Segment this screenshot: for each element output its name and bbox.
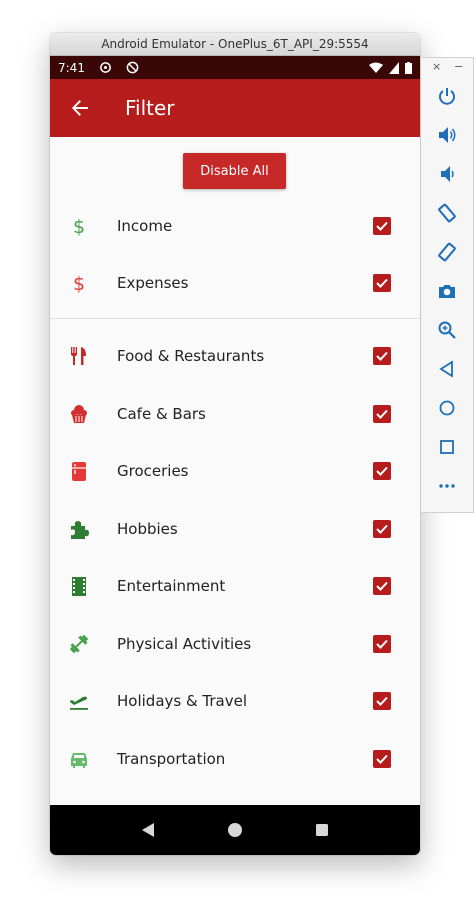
rotate-left-icon[interactable] bbox=[434, 200, 460, 226]
filter-row-transportation[interactable]: Transportation bbox=[50, 731, 420, 787]
filter-label: Hobbies bbox=[117, 520, 178, 538]
checkbox-checked[interactable] bbox=[373, 692, 391, 710]
zoom-icon[interactable] bbox=[434, 317, 460, 343]
checkbox-checked[interactable] bbox=[373, 520, 391, 538]
checkbox-checked[interactable] bbox=[373, 405, 391, 423]
dollar-icon: $ bbox=[67, 271, 91, 295]
wifi-icon bbox=[369, 62, 383, 73]
fridge-icon bbox=[67, 459, 91, 483]
fitness-icon bbox=[67, 632, 91, 656]
app-bar: Filter bbox=[50, 79, 420, 137]
filter-label: Groceries bbox=[117, 462, 189, 480]
checkmark-icon bbox=[376, 696, 388, 706]
nav-overview-icon[interactable] bbox=[314, 822, 330, 838]
filter-row-cafe-bars[interactable]: Cafe & Bars bbox=[50, 386, 420, 442]
rotate-right-icon[interactable] bbox=[434, 239, 460, 265]
window-title: Android Emulator - OnePlus_6T_API_29:555… bbox=[101, 37, 369, 51]
battery-icon bbox=[405, 61, 412, 74]
checkmark-icon bbox=[376, 466, 388, 476]
nav-home-icon[interactable] bbox=[227, 822, 243, 838]
checkmark-icon bbox=[376, 278, 388, 288]
arrow-back-icon bbox=[72, 100, 88, 116]
settings-status-icon bbox=[100, 62, 111, 73]
puzzle-icon bbox=[67, 517, 91, 541]
checkmark-icon bbox=[376, 639, 388, 649]
checkbox-checked[interactable] bbox=[373, 577, 391, 595]
checkbox-checked[interactable] bbox=[373, 274, 391, 292]
back-button[interactable] bbox=[52, 79, 108, 137]
disable-all-button[interactable]: Disable All bbox=[183, 153, 286, 189]
svg-text:$: $ bbox=[73, 216, 85, 237]
checkbox-checked[interactable] bbox=[373, 462, 391, 480]
more-icon[interactable] bbox=[434, 473, 460, 499]
filter-row-income[interactable]: $ Income bbox=[50, 198, 420, 254]
checkbox-checked[interactable] bbox=[373, 217, 391, 235]
checkbox-checked[interactable] bbox=[373, 750, 391, 768]
status-time: 7:41 bbox=[58, 60, 85, 75]
volume-up-icon[interactable] bbox=[434, 122, 460, 148]
car-icon bbox=[67, 747, 91, 771]
cake-icon bbox=[67, 402, 91, 426]
filter-label: Food & Restaurants bbox=[117, 347, 265, 365]
film-icon bbox=[67, 574, 91, 598]
section-divider bbox=[50, 318, 420, 319]
filter-label: Physical Activities bbox=[117, 635, 252, 653]
nav-back-icon[interactable] bbox=[140, 822, 156, 838]
checkmark-icon bbox=[376, 754, 388, 764]
window-titlebar: Android Emulator - OnePlus_6T_API_29:555… bbox=[50, 33, 420, 56]
emulator-window: Android Emulator - OnePlus_6T_API_29:555… bbox=[50, 33, 420, 855]
checkmark-icon bbox=[376, 524, 388, 534]
android-nav-bar bbox=[50, 805, 420, 855]
checkmark-icon bbox=[376, 409, 388, 419]
filter-content: Disable All $ Income $ Expenses Food & R… bbox=[50, 137, 420, 805]
filter-label: Income bbox=[117, 217, 173, 235]
checkmark-icon bbox=[376, 581, 388, 591]
restaurant-icon bbox=[67, 344, 91, 368]
signal-icon bbox=[389, 61, 399, 74]
checkbox-checked[interactable] bbox=[373, 635, 391, 653]
filter-row-expenses[interactable]: $ Expenses bbox=[50, 255, 420, 311]
volume-down-icon[interactable] bbox=[434, 161, 460, 187]
camera-icon[interactable] bbox=[434, 278, 460, 304]
filter-row-groceries[interactable]: Groceries bbox=[50, 443, 420, 499]
filter-row-holidays-travel[interactable]: Holidays & Travel bbox=[50, 673, 420, 729]
filter-label: Holidays & Travel bbox=[117, 692, 248, 710]
filter-row-entertainment[interactable]: Entertainment bbox=[50, 558, 420, 614]
flight-takeoff-icon bbox=[67, 689, 91, 713]
filter-label: Transportation bbox=[117, 750, 226, 768]
svg-text:$: $ bbox=[73, 273, 85, 294]
minimize-control[interactable]: − bbox=[454, 60, 463, 73]
filter-row-hobbies[interactable]: Hobbies bbox=[50, 501, 420, 557]
filter-label: Expenses bbox=[117, 274, 189, 292]
page-title: Filter bbox=[125, 96, 175, 120]
android-status-bar: 7:41 bbox=[50, 56, 420, 79]
checkmark-icon bbox=[376, 351, 388, 361]
filter-row-food-restaurants[interactable]: Food & Restaurants bbox=[50, 328, 420, 384]
dnd-status-icon bbox=[126, 61, 139, 74]
dollar-icon: $ bbox=[67, 214, 91, 238]
filter-row-physical-activities[interactable]: Physical Activities bbox=[50, 616, 420, 672]
checkmark-icon bbox=[376, 221, 388, 231]
filter-label: Cafe & Bars bbox=[117, 405, 206, 423]
filter-label: Entertainment bbox=[117, 577, 226, 595]
home-icon[interactable] bbox=[434, 395, 460, 421]
overview-icon[interactable] bbox=[434, 434, 460, 460]
power-icon[interactable] bbox=[434, 83, 460, 109]
back-icon[interactable] bbox=[434, 356, 460, 382]
checkbox-checked[interactable] bbox=[373, 347, 391, 365]
emulator-sidebar: × − bbox=[420, 57, 474, 513]
close-control[interactable]: × bbox=[432, 60, 441, 73]
